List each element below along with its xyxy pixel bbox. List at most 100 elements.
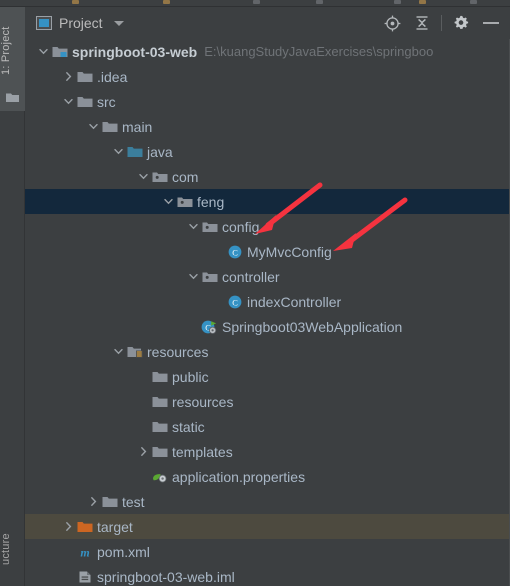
idea-project-tool-window: 1: Project ucture Project springboot-03-… [0,0,510,586]
tree-row-label: application.properties [172,468,306,485]
left-tool-rail: 1: Project ucture [0,7,25,586]
tree-row-label: indexController [247,293,342,310]
folder-icon [101,489,118,514]
chevron-down-icon[interactable] [36,39,51,64]
tree-row-java[interactable]: java [25,139,510,164]
chevron-right-icon[interactable] [86,489,101,514]
tree-row-config[interactable]: config [25,214,510,239]
locate-button[interactable] [377,8,407,38]
tree-row-mymvcconfig[interactable]: C MyMvcConfig [25,239,510,264]
class-icon: C [226,239,243,264]
tree-row-com[interactable]: com [25,164,510,189]
project-view-selector[interactable]: Project [25,15,124,31]
chevron-down-icon[interactable] [136,164,151,189]
maven-file-icon: m [76,539,93,564]
chevron-down-icon[interactable] [111,339,126,364]
tree-row-static[interactable]: static [25,414,510,439]
tree-row-label: test [122,493,145,510]
rail-tab-project-label: 1: Project [0,26,12,76]
resource-folder-icon [126,339,143,364]
chevron-down-icon[interactable] [186,264,201,289]
folder-icon [76,64,93,89]
tree-row-src[interactable]: src [25,89,510,114]
folder-icon [151,389,168,414]
collapse-all-button[interactable] [407,8,437,38]
chevron-right-icon[interactable] [61,514,76,539]
tree-row-label: springboot-03-web.iml [97,568,235,585]
tree-row-springboot-03-web[interactable]: springboot-03-web E:\kuangStudyJavaExerci… [25,39,510,64]
svg-text:C: C [232,298,238,307]
folder-icon [151,364,168,389]
tree-row-resources-inner[interactable]: resources [25,389,510,414]
settings-button[interactable] [446,8,476,38]
tree-row-feng[interactable]: feng [25,189,510,214]
hide-button[interactable] [476,8,506,38]
chevron-down-icon[interactable] [161,189,176,214]
page-title: Project [59,15,103,31]
tree-row-templates[interactable]: templates [25,439,510,464]
svg-text:C: C [232,248,238,257]
truncated-main-toolbar [0,0,510,7]
tree-row-label: config [222,218,260,235]
rail-tab-structure-label: ucture [0,533,12,565]
chevron-down-icon[interactable] [61,89,76,114]
tree-row-label: src [97,93,116,110]
package-icon [201,264,218,289]
tree-row-springboot03webapplication[interactable]: C Springboot03WebApplication [25,314,510,339]
tree-toggle-empty [211,239,226,264]
tree-row-iml[interactable]: springboot-03-web.iml [25,564,510,586]
toolbar-separator [441,15,442,31]
tree-row-test[interactable]: test [25,489,510,514]
tree-row-indexcontroller[interactable]: CindexController [25,289,510,314]
iml-file-icon [76,564,93,586]
svg-text:m: m [80,545,89,559]
chevron-right-icon[interactable] [136,439,151,464]
chevron-down-icon[interactable] [186,214,201,239]
chevron-down-icon[interactable] [113,20,124,26]
tree-row-application-properties[interactable]: application.properties [25,464,510,489]
header-toolbar [377,8,510,38]
excluded-folder-icon [76,514,93,539]
tree-toggle-empty [136,364,151,389]
package-icon [151,164,168,189]
tree-row-resources[interactable]: resources [25,339,510,364]
tree-row-pom-xml[interactable]: m pom.xml [25,539,510,564]
tree-row-label: springboot-03-web [72,43,198,60]
tree-row-main[interactable]: main [25,114,510,139]
tree-row-public[interactable]: public [25,364,510,389]
chevron-down-icon[interactable] [86,114,101,139]
tree-row-label: com [172,168,199,185]
tree-row-label: Springboot03WebApplication [222,318,403,335]
module-folder-icon [51,39,68,64]
tree-row-path: E:\kuangStudyJavaExercises\springboo [204,44,434,59]
class-icon: C [226,289,243,314]
tree-row-label: controller [222,268,280,285]
chevron-right-icon[interactable] [61,64,76,89]
folder-icon [151,439,168,464]
tree-row-idea[interactable]: .idea [25,64,510,89]
tree-row-label: resources [172,393,234,410]
tree-toggle-empty [61,564,76,586]
tree-row-target[interactable]: target [25,514,510,539]
tree-row-label: java [147,143,173,160]
tree-toggle-empty [61,539,76,564]
project-tree[interactable]: springboot-03-web E:\kuangStudyJavaExerci… [25,39,510,586]
tree-row-controller[interactable]: controller [25,264,510,289]
tree-toggle-empty [211,289,226,314]
tree-toggle-empty [136,464,151,489]
chevron-down-icon[interactable] [111,139,126,164]
